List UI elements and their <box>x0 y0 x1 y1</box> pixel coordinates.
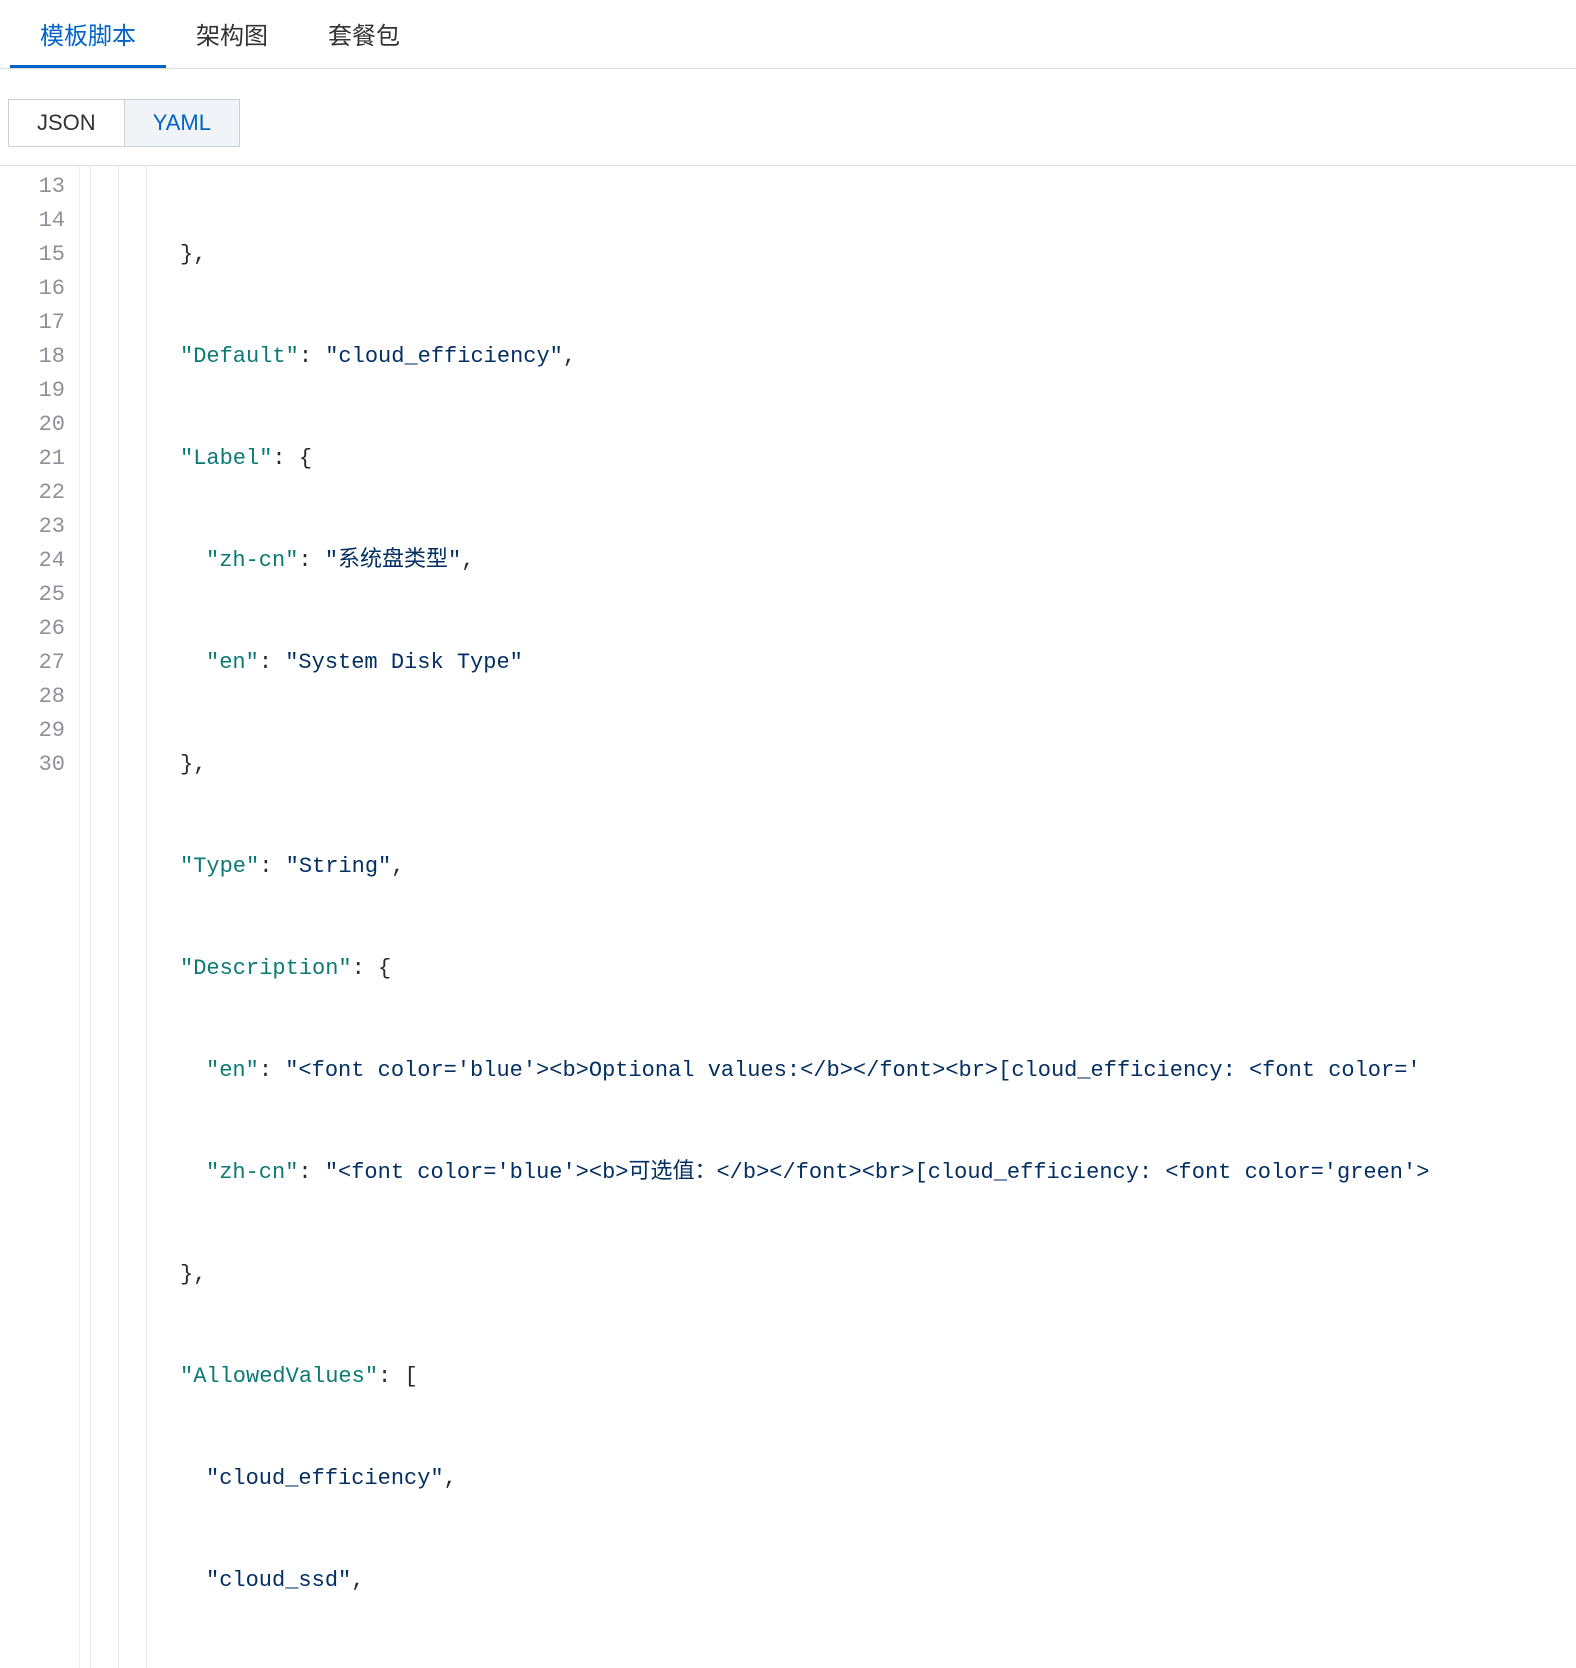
code-value: "cloud_ssd" <box>206 1568 351 1593</box>
line-number: 13 <box>0 170 65 204</box>
line-number: 21 <box>0 442 65 476</box>
code-key: "Type" <box>180 854 259 879</box>
line-number: 19 <box>0 374 65 408</box>
line-number: 18 <box>0 340 65 374</box>
indent-guides <box>80 166 180 1668</box>
code-key: "zh-cn" <box>206 548 298 573</box>
format-tabs: JSON YAML <box>8 99 1576 147</box>
line-number: 29 <box>0 714 65 748</box>
code-value: "System Disk Type" <box>285 650 523 675</box>
code-text: }, <box>180 752 206 777</box>
code-value: "cloud_efficiency" <box>206 1466 444 1491</box>
code-key: "Label" <box>180 446 272 471</box>
main-tabs: 模板脚本 架构图 套餐包 <box>0 0 1576 69</box>
format-tab-json[interactable]: JSON <box>8 99 124 147</box>
line-number: 22 <box>0 476 65 510</box>
code-editor[interactable]: 13 14 15 16 17 18 19 20 21 22 23 24 25 2… <box>0 165 1576 1668</box>
line-number: 17 <box>0 306 65 340</box>
line-number: 24 <box>0 544 65 578</box>
line-number: 30 <box>0 748 65 782</box>
code-key: "AllowedValues" <box>180 1364 378 1389</box>
code-value: "<font color='blue'><b>可选值：</b></font><b… <box>325 1160 1430 1185</box>
code-key: "Description" <box>180 956 352 981</box>
tab-template-script[interactable]: 模板脚本 <box>10 0 166 68</box>
line-number: 14 <box>0 204 65 238</box>
line-number-gutter: 13 14 15 16 17 18 19 20 21 22 23 24 25 2… <box>0 166 80 1668</box>
code-key: "Default" <box>180 344 299 369</box>
code-text: }, <box>180 1262 206 1287</box>
line-number: 23 <box>0 510 65 544</box>
line-number: 27 <box>0 646 65 680</box>
code-value: "系统盘类型" <box>325 548 461 573</box>
line-number: 20 <box>0 408 65 442</box>
code-value: "cloud_efficiency" <box>325 344 563 369</box>
format-tab-yaml[interactable]: YAML <box>124 99 240 147</box>
code-value: "String" <box>286 854 392 879</box>
code-key: "zh-cn" <box>206 1160 298 1185</box>
tab-package[interactable]: 套餐包 <box>298 0 430 68</box>
code-key: "en" <box>206 650 259 675</box>
line-number: 15 <box>0 238 65 272</box>
code-value: "<font color='blue'><b>Optional values:<… <box>285 1058 1420 1083</box>
code-key: "en" <box>206 1058 259 1083</box>
line-number: 25 <box>0 578 65 612</box>
code-content[interactable]: }, "Default": "cloud_efficiency", "Label… <box>180 166 1576 1668</box>
line-number: 26 <box>0 612 65 646</box>
line-number: 28 <box>0 680 65 714</box>
tab-architecture-diagram[interactable]: 架构图 <box>166 0 298 68</box>
code-text: }, <box>180 242 206 267</box>
line-number: 16 <box>0 272 65 306</box>
